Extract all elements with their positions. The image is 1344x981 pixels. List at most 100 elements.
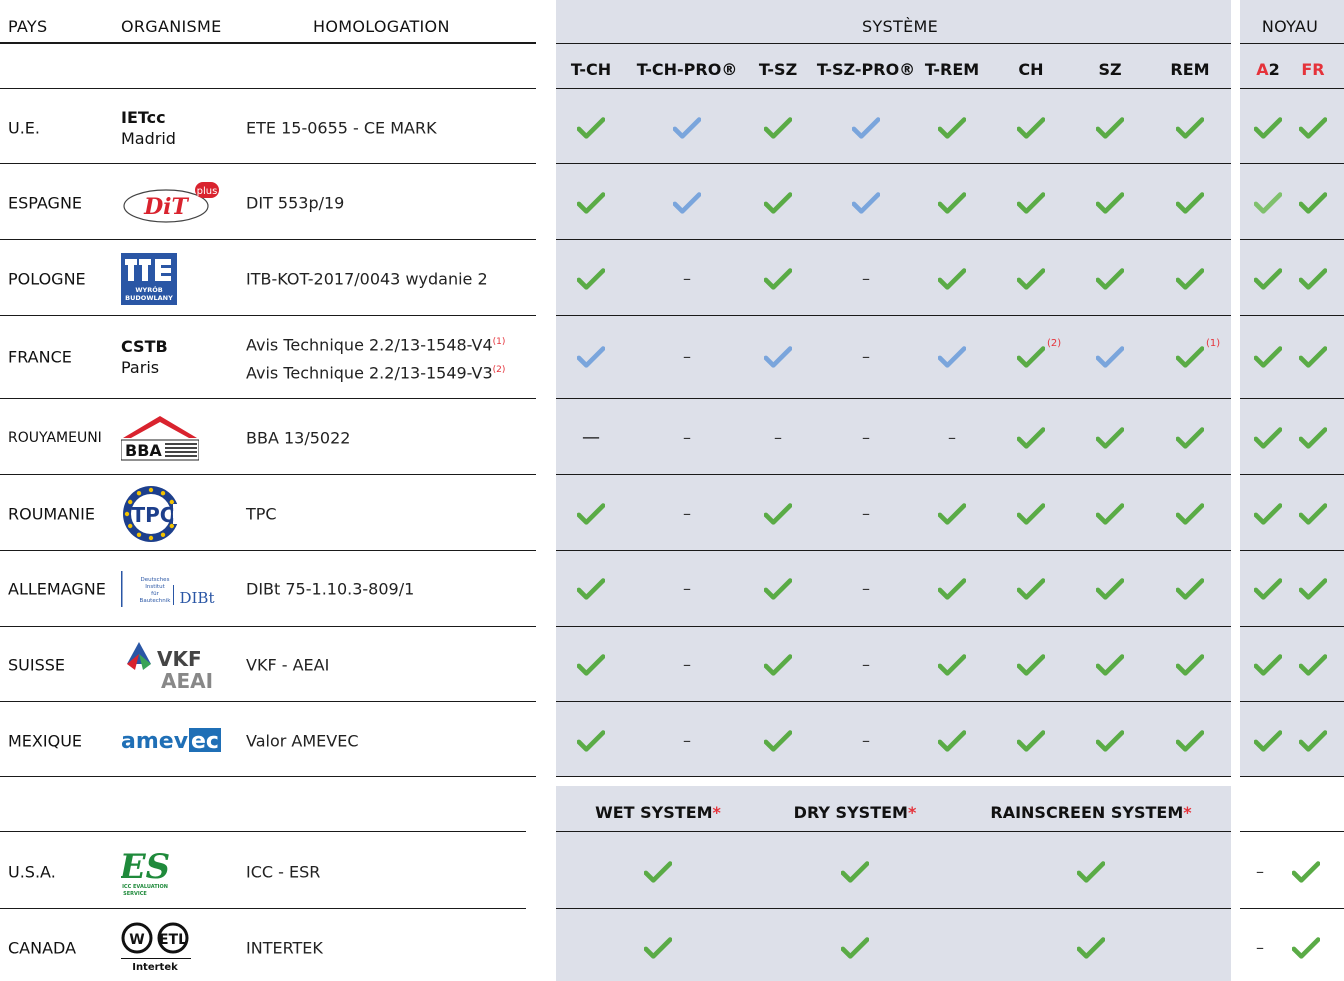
status-cell xyxy=(1096,268,1124,290)
status-cell xyxy=(1299,192,1327,214)
status-cell xyxy=(841,937,869,959)
header-organisme: ORGANISME xyxy=(121,17,222,36)
footnote-ref: (2) xyxy=(492,365,506,376)
status-cell xyxy=(1254,117,1282,139)
check-green-icon xyxy=(764,503,792,525)
row-divider xyxy=(0,398,536,399)
status-cell xyxy=(1299,117,1327,139)
status-cell xyxy=(1176,654,1204,676)
status-cell xyxy=(1299,346,1327,368)
svg-text:Intertek: Intertek xyxy=(132,962,178,973)
country-name: FRANCE xyxy=(8,347,72,367)
check-green-icon xyxy=(1077,937,1105,959)
tpc-logo: TPC xyxy=(121,482,181,546)
status-cell xyxy=(938,192,966,214)
status-cell xyxy=(577,730,605,752)
status-cell xyxy=(764,654,792,676)
homologation-label: Avis Technique 2.2/13-1548-V4 xyxy=(246,335,493,355)
check-green-icon xyxy=(764,268,792,290)
check-green-icon xyxy=(1096,503,1124,525)
homologation-text: DIBt 75-1.10.3-809/1 xyxy=(246,580,414,599)
homologation-text: Valor AMEVEC xyxy=(246,732,359,751)
row-divider xyxy=(0,163,536,164)
check-green-icon xyxy=(1176,427,1204,449)
check-green-icon xyxy=(1299,268,1327,290)
svg-text:TPC: TPC xyxy=(132,503,175,527)
dash-icon: – xyxy=(862,504,870,523)
check-green-icon xyxy=(1176,578,1204,600)
status-cell xyxy=(1176,578,1204,600)
status-cell xyxy=(1299,427,1327,449)
dit-plus-logo: DiT plus xyxy=(121,181,221,225)
check-green-icon xyxy=(1017,578,1045,600)
status-cell xyxy=(577,654,605,676)
organisme-city: Paris xyxy=(121,358,160,377)
icc-es-logo: ES ICC EVALUATION SERVICE xyxy=(119,844,181,900)
row-divider xyxy=(556,163,1231,164)
intertek-logo: W ETL Intertek xyxy=(121,920,201,976)
check-green-icon xyxy=(577,730,605,752)
status-cell xyxy=(764,192,792,214)
noyau-prefix: A xyxy=(1256,60,1269,79)
status-cell xyxy=(764,730,792,752)
homologation-text: INTERTEK xyxy=(246,938,323,958)
row-divider xyxy=(556,315,1231,316)
svg-text:VKF: VKF xyxy=(157,647,202,671)
status-cell xyxy=(1299,503,1327,525)
row-divider xyxy=(556,776,1231,777)
dash-icon: – xyxy=(862,428,870,447)
homologation-text: ITB-KOT-2017/0043 wydanie 2 xyxy=(246,270,488,289)
status-cell xyxy=(673,117,701,139)
column-header-7: REM xyxy=(1170,60,1210,79)
check-green-icon xyxy=(1254,730,1282,752)
country-name: SUISSE xyxy=(8,655,66,675)
row-divider xyxy=(1240,776,1344,777)
noyau-prefix: FR xyxy=(1301,60,1325,79)
vkf-logo: VKF AEAI xyxy=(121,640,221,693)
check-green-icon xyxy=(1176,654,1204,676)
check-green-icon xyxy=(1096,730,1124,752)
check-green-icon xyxy=(1096,427,1124,449)
check-blue-icon xyxy=(673,192,701,214)
check-green-icon xyxy=(1254,346,1282,368)
dash-icon: – xyxy=(683,428,691,447)
check-green-icon xyxy=(577,192,605,214)
column-header-4: T-REM xyxy=(924,60,980,79)
row-divider xyxy=(1240,398,1344,399)
dash-icon: – xyxy=(774,428,782,447)
na-divider xyxy=(0,908,526,909)
svg-text:Deutsches: Deutsches xyxy=(141,577,170,583)
check-green-icon xyxy=(1017,346,1045,368)
status-cell xyxy=(1176,268,1204,290)
status-cell xyxy=(1254,268,1282,290)
dibt-logo: Deutsches Institut für Bautechnik DIBt xyxy=(121,569,221,609)
check-green-icon xyxy=(1017,192,1045,214)
row-divider xyxy=(0,550,536,551)
check-green-icon xyxy=(938,654,966,676)
check-green-icon xyxy=(1176,346,1204,368)
status-cell xyxy=(938,117,966,139)
status-cell xyxy=(1292,861,1320,883)
status-cell xyxy=(1017,654,1045,676)
status-cell xyxy=(1077,861,1105,883)
svg-text:DIBt: DIBt xyxy=(179,589,214,607)
status-cell: – xyxy=(683,430,691,446)
dash-icon: – xyxy=(1256,938,1264,957)
check-blue-icon xyxy=(1096,346,1124,368)
column-header-3: T-SZ-PRO® xyxy=(816,60,916,79)
status-cell xyxy=(1096,346,1124,368)
row-divider xyxy=(0,776,536,777)
check-green-icon xyxy=(1176,268,1204,290)
check-green-icon xyxy=(1299,117,1327,139)
dash-icon: – xyxy=(683,579,691,598)
na-column-header-1: DRY SYSTEM* xyxy=(794,803,917,822)
status-cell xyxy=(1299,578,1327,600)
status-cell: – xyxy=(683,506,691,522)
svg-text:für: für xyxy=(151,591,159,597)
bba-logo: BBA xyxy=(120,414,200,462)
check-green-icon xyxy=(1096,117,1124,139)
dash-icon: – xyxy=(683,504,691,523)
asterisk-mark: * xyxy=(712,803,721,822)
check-green-icon xyxy=(1017,503,1045,525)
svg-text:WYRÓB: WYRÓB xyxy=(135,285,162,294)
